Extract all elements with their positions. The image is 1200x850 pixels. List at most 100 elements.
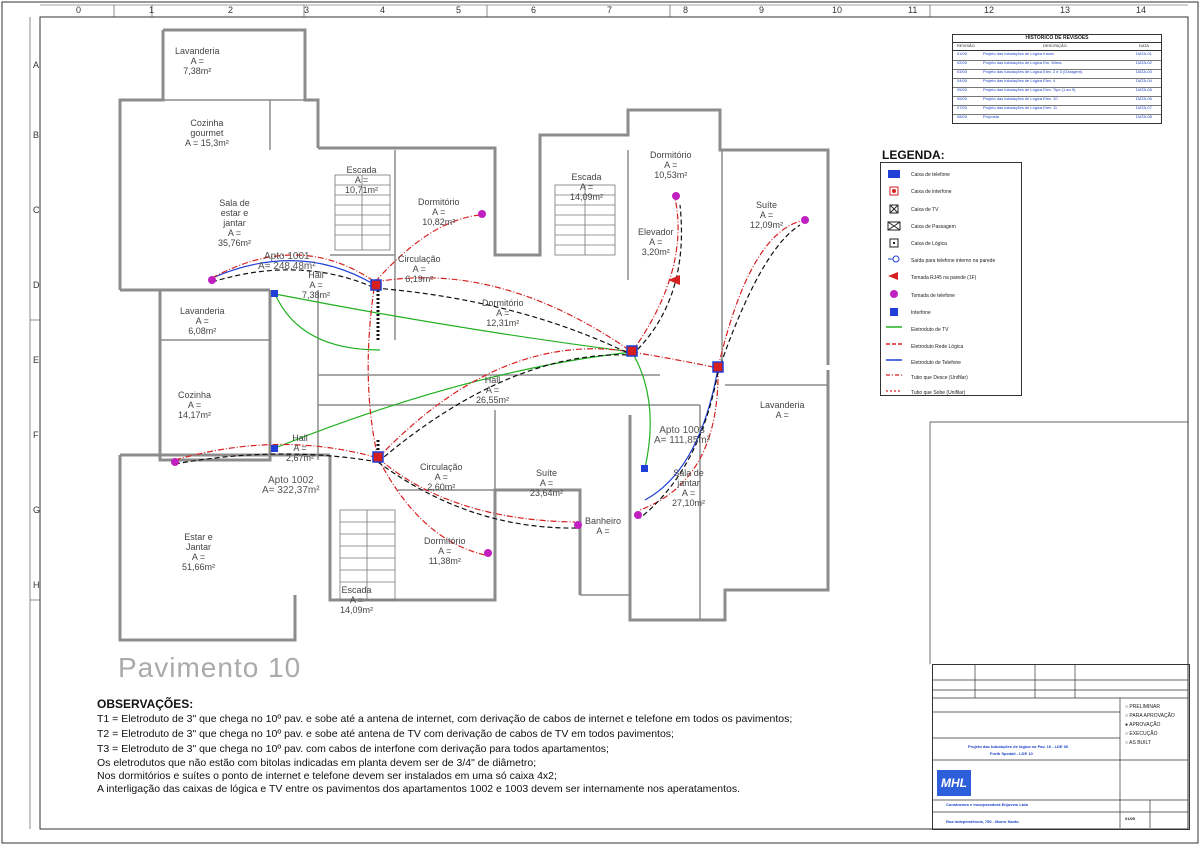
ruler-number: 3 (304, 5, 310, 15)
intercom-icon (271, 290, 278, 297)
room-label: Sala de jantar A = 27,10m² (672, 468, 706, 508)
column-header: REVISÃO (957, 43, 975, 48)
legend-item: Saída para telefone interno na parede (881, 252, 1021, 270)
ruler-letter: E (33, 355, 40, 365)
status-option-label: EXECUÇÃO (1129, 731, 1158, 737)
legend-label: Caixa de telefone (911, 172, 950, 178)
observations-title: OBSERVAÇÕES: (97, 697, 194, 711)
ruler-letter: G (33, 505, 41, 515)
phone-outlet-icon (574, 521, 582, 529)
room-label: Hall A = 2,67m² (286, 433, 315, 463)
intercom-icon (271, 445, 278, 452)
ruler-number: 5 (456, 5, 462, 15)
table-cell: DATA-03 (1136, 69, 1152, 74)
ruler-letter: A (33, 60, 40, 70)
status-option-label: PARA APROVAÇÃO (1129, 713, 1175, 719)
status-option: ○ AS BUILT (1125, 740, 1151, 746)
ruler-number: 13 (1060, 5, 1071, 15)
room-label: Elevador A = 3,20m² (638, 227, 674, 257)
revision-table-header: REVISÃO DESCRIÇÃO DATA (953, 43, 1161, 51)
observation-line: Os eletrodutos que não estão com bitolas… (97, 757, 537, 769)
drawing-sheet: 0 1 2 3 4 5 6 7 8 9 10 11 12 13 14 A B C… (0, 0, 1200, 845)
table-cell: DATA-04 (1136, 78, 1152, 83)
ruler-letter: H (33, 580, 40, 590)
phone-outlet-icon (801, 216, 809, 224)
legend-item: Interfone (881, 304, 1021, 322)
ruler-number: 2 (228, 5, 234, 15)
revision-table-title: HISTÓRICO DE REVISÕES (953, 35, 1161, 43)
status-option-label: AS BUILT (1129, 740, 1151, 746)
table-cell: DATA-01 (1136, 51, 1152, 56)
ruler-number: 11 (908, 5, 918, 15)
table-cell: 02/00 (957, 60, 968, 65)
room-label: Cozinha A = 14,17m² (178, 390, 212, 420)
room-label: Dormitório A = 12,31m² (482, 298, 524, 328)
status-option-label: APROVAÇÃO (1129, 722, 1161, 728)
room-label: Dormitório A = 10,82m² (418, 197, 460, 227)
room-label: Suíte A = 12,09m² (750, 200, 784, 230)
room-label: Dormitório A = 10,53m² (650, 150, 692, 180)
tv-conduit-1 (274, 293, 633, 353)
legend-label: Interfone (911, 310, 931, 316)
table-cell: 07/00 (957, 105, 968, 110)
ruler-number: 12 (984, 5, 995, 15)
table-cell: Projeto das tubulações de Lógica Elev. 1… (983, 96, 1058, 101)
legend-item: Caixa de telefone (881, 166, 1021, 184)
top-ruler (40, 4, 1188, 17)
table-cell: Projeto das tubulações de Lógica Elev. 2… (983, 69, 1083, 74)
phone-outlet-icon (478, 210, 486, 218)
tv-conduit-2 (274, 351, 633, 449)
room-label: Cozinha gourmet A = 15,3m² (185, 118, 229, 148)
table-cell: DATA-08 (1136, 114, 1152, 119)
room-label: Suíte A = 23,64m² (530, 468, 564, 498)
page-title: Pavimento 10 (118, 652, 302, 683)
legend-item: Tubo que Sobe (Unifilar) (881, 384, 1021, 402)
logic-box-icon (712, 361, 724, 373)
table-cell: DATA-02 (1136, 60, 1152, 65)
ruler-number: 6 (531, 5, 537, 15)
phone-outlet-icon (672, 192, 680, 200)
legend-label: Tomada de telefone (911, 293, 955, 299)
room-label: Sala de estar e jantar A = 35,76m² (218, 198, 252, 248)
sheet-number: 01/05 (1125, 816, 1136, 821)
legend-label: Saída para telefone interno na parede (911, 258, 996, 264)
table-cell: 06/00 (957, 96, 968, 101)
column-header: DATA (1139, 43, 1150, 48)
table-cell: DATA-07 (1136, 105, 1152, 110)
status-option-label: PRELIMINAR (1129, 704, 1160, 710)
room-label: Dormitório A = 11,38m² (424, 536, 466, 566)
phone-outlet-icon (171, 458, 179, 466)
ruler-letter: C (33, 205, 40, 215)
table-cell: 08/00 (957, 114, 968, 119)
room-label: Circulação A = 2,60m² (420, 462, 463, 492)
table-cell: Projeto das tubulações de Lógica Elev. 1… (983, 105, 1058, 110)
legend-item: Caixa de interfone (881, 183, 1021, 201)
table-cell: 05/00 (957, 87, 968, 92)
legend-label: Eletroduto Rede Lógica (911, 344, 964, 350)
table-cell: Proposta (983, 114, 1000, 119)
room-label: Escada A = 14,09m² (570, 172, 604, 202)
intercom-icon (641, 465, 648, 472)
observation-line: T2 = Eletroduto de 3" que chega no 10º p… (97, 728, 674, 740)
room-label: Lavanderia A = 7,38m² (175, 46, 220, 76)
legend-label: Eletroduto de Telefone (911, 360, 961, 366)
logic-box-icon (370, 279, 382, 291)
table-cell: Projeto das tubulações de Lógica Inicial (983, 51, 1054, 56)
legend-item: Eletroduto de TV (881, 321, 1021, 339)
ruler-number: 1 (149, 5, 155, 15)
room-label: Apto 1003 A= 111,85m² (654, 425, 711, 446)
logic-conduit-12 (367, 281, 379, 459)
observation-line: T3 = Eletroduto de 3" que chega no 10º p… (97, 743, 609, 755)
room-label: Hall A = 26,55m² (476, 375, 510, 405)
room-label: Estar e Jantar A = 51,66m² (182, 532, 216, 572)
status-option: ○ PARA APROVAÇÃO (1125, 713, 1175, 719)
observation-line: T1 = Eletroduto de 3" que chega no 10º p… (97, 713, 793, 725)
logic-box-icon (372, 451, 384, 463)
table-row: 08/00 Proposta DATA-08 (953, 114, 1161, 123)
site-address: Rua Independência, 750 - Morro Santo (946, 819, 1019, 824)
legend-label: Caixa de interfone (911, 189, 952, 195)
legend-item: Caixa de TV (881, 201, 1021, 219)
tv-conduit-4 (274, 293, 381, 351)
room-label: Escada A = 10,71m² (345, 165, 379, 195)
legend-label: Eletroduto de TV (911, 327, 949, 333)
